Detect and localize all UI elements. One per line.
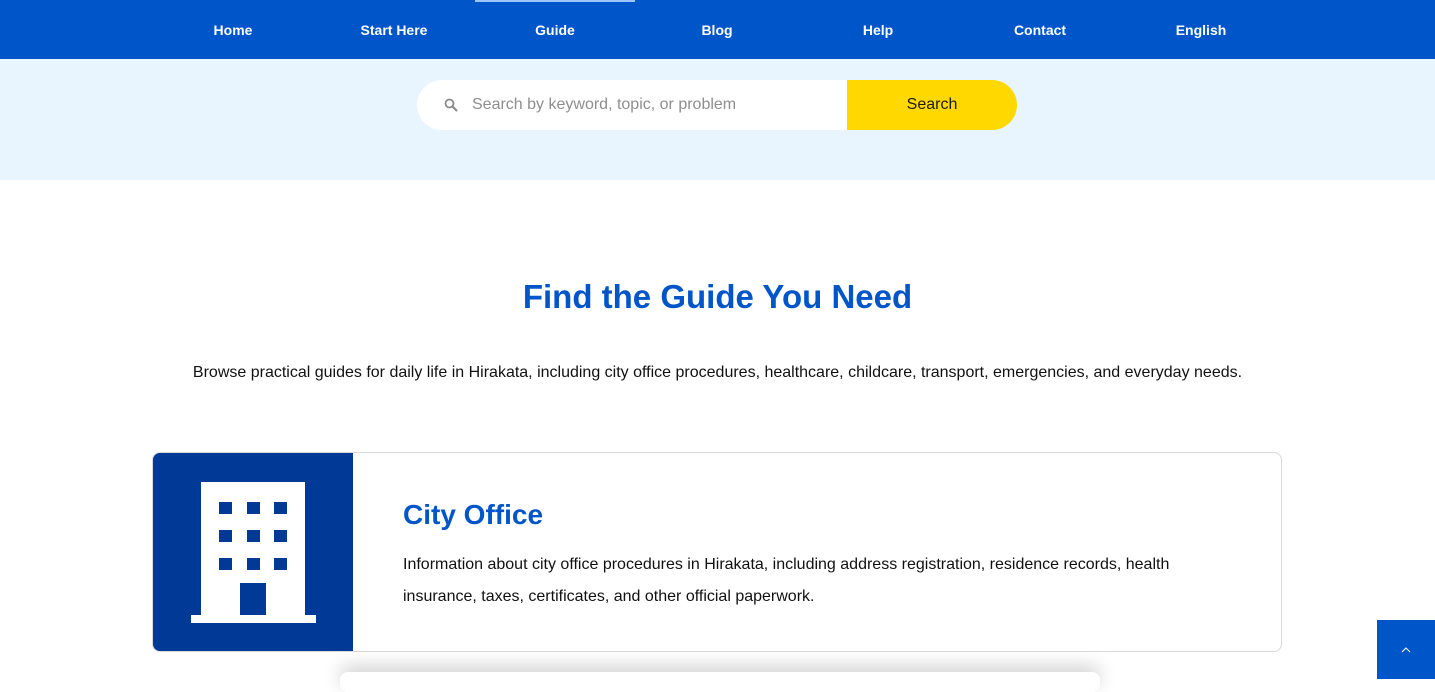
search-section: Search bbox=[0, 59, 1435, 180]
card-description: Information about city office procedures… bbox=[403, 556, 1170, 605]
chevron-up-icon bbox=[1401, 646, 1411, 652]
page-title: Find the Guide You Need bbox=[522, 278, 913, 315]
card-title: City Office bbox=[403, 499, 544, 530]
top-nav: Home Start Here Guide Blog Help Contact … bbox=[0, 0, 1435, 59]
nav-item-start-here[interactable]: Start Here bbox=[314, 0, 474, 59]
nav-item-home[interactable]: Home bbox=[153, 0, 313, 59]
nav-item-language[interactable]: English bbox=[1121, 0, 1281, 59]
nav-item-help[interactable]: Help bbox=[798, 0, 958, 59]
page-intro: Browse practical guides for daily life i… bbox=[192, 364, 1243, 381]
next-card-edge bbox=[340, 672, 1100, 692]
search-input[interactable] bbox=[472, 80, 832, 130]
nav-item-blog[interactable]: Blog bbox=[637, 0, 797, 59]
nav-item-guide[interactable]: Guide bbox=[475, 0, 635, 59]
search-icon bbox=[444, 98, 458, 112]
card-image bbox=[153, 453, 353, 651]
nav-item-contact[interactable]: Contact bbox=[960, 0, 1120, 59]
back-to-top-button[interactable] bbox=[1377, 620, 1435, 679]
search-box bbox=[417, 80, 847, 130]
guide-card-city-office[interactable]: City Office Information about city offic… bbox=[152, 452, 1282, 652]
building-icon bbox=[191, 482, 316, 623]
search-button[interactable]: Search bbox=[847, 80, 1017, 130]
